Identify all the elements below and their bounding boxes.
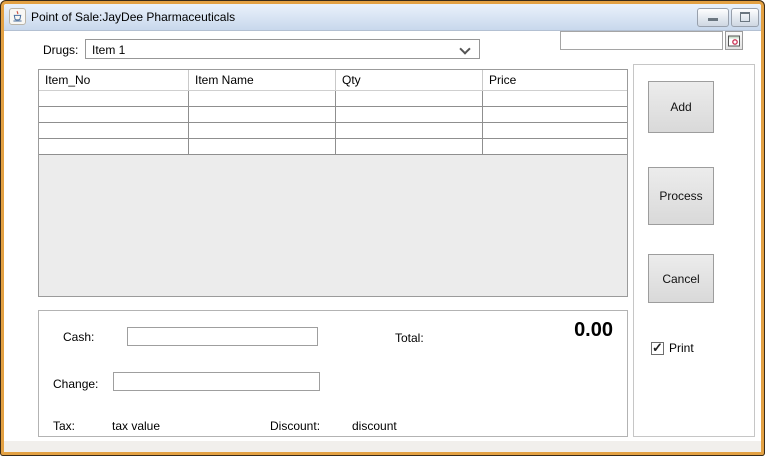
cancel-button[interactable]: Cancel	[648, 254, 714, 303]
title-bar[interactable]: Point of Sale:JayDee Pharmaceuticals	[4, 4, 761, 31]
change-label: Change:	[53, 377, 99, 391]
table-row[interactable]	[39, 107, 627, 123]
table-cell	[336, 91, 483, 106]
cash-input[interactable]	[127, 327, 318, 346]
scan-input[interactable]	[560, 31, 723, 50]
table-cell	[39, 139, 189, 154]
items-table: Item_No Item Name Qty Price	[38, 69, 628, 297]
form-lookup-icon	[728, 35, 740, 46]
tax-label: Tax:	[53, 419, 76, 433]
window-title: Point of Sale:JayDee Pharmaceuticals	[31, 10, 236, 24]
table-cell	[336, 139, 483, 154]
column-header[interactable]: Item Name	[189, 70, 336, 90]
print-option[interactable]: Print	[651, 340, 694, 356]
table-row[interactable]	[39, 139, 627, 155]
column-header[interactable]: Item_No	[39, 70, 189, 90]
minimize-icon	[708, 18, 718, 21]
change-input[interactable]	[113, 372, 320, 391]
minimize-button[interactable]	[697, 8, 729, 27]
table-body	[39, 91, 627, 155]
process-button[interactable]: Process	[648, 167, 714, 225]
column-header[interactable]: Qty	[336, 70, 483, 90]
discount-value: discount	[352, 419, 397, 433]
column-header[interactable]: Price	[483, 70, 627, 90]
cash-label: Cash:	[63, 330, 95, 344]
table-cell	[189, 123, 336, 138]
table-cell	[483, 139, 627, 154]
drugs-label: Drugs:	[43, 43, 79, 57]
table-cell	[483, 91, 627, 106]
drugs-combobox[interactable]: Item 1	[85, 39, 480, 59]
maximize-icon	[740, 12, 750, 22]
table-cell	[189, 107, 336, 122]
chevron-down-icon	[459, 43, 471, 55]
add-button[interactable]: Add	[648, 81, 714, 133]
drugs-combobox-value: Item 1	[92, 43, 126, 57]
tax-value: tax value	[112, 419, 161, 433]
discount-label: Discount:	[270, 419, 321, 433]
table-row[interactable]	[39, 91, 627, 107]
app-window: Point of Sale:JayDee Pharmaceuticals Dru…	[0, 0, 765, 456]
total-value: 0.00	[574, 319, 613, 341]
table-cell	[483, 123, 627, 138]
print-checkbox[interactable]	[651, 340, 664, 356]
window-bottom-border	[4, 441, 761, 452]
actions-panel: Add Process Cancel Print	[633, 64, 755, 437]
table-header-row: Item_No Item Name Qty Price	[39, 70, 627, 91]
table-row[interactable]	[39, 123, 627, 139]
table-cell	[189, 91, 336, 106]
table-cell	[336, 123, 483, 138]
table-cell	[39, 91, 189, 106]
maximize-button[interactable]	[731, 8, 759, 27]
table-cell	[189, 139, 336, 154]
table-cell	[483, 107, 627, 122]
table-cell	[39, 123, 189, 138]
table-cell	[336, 107, 483, 122]
java-cup-icon	[9, 8, 26, 25]
print-checkbox-label: Print	[669, 341, 694, 355]
total-label: Total:	[395, 331, 424, 345]
lookup-button[interactable]	[725, 31, 743, 50]
payment-panel: Cash: Total: 0.00 Change: Tax: tax value…	[38, 310, 628, 437]
table-cell	[39, 107, 189, 122]
